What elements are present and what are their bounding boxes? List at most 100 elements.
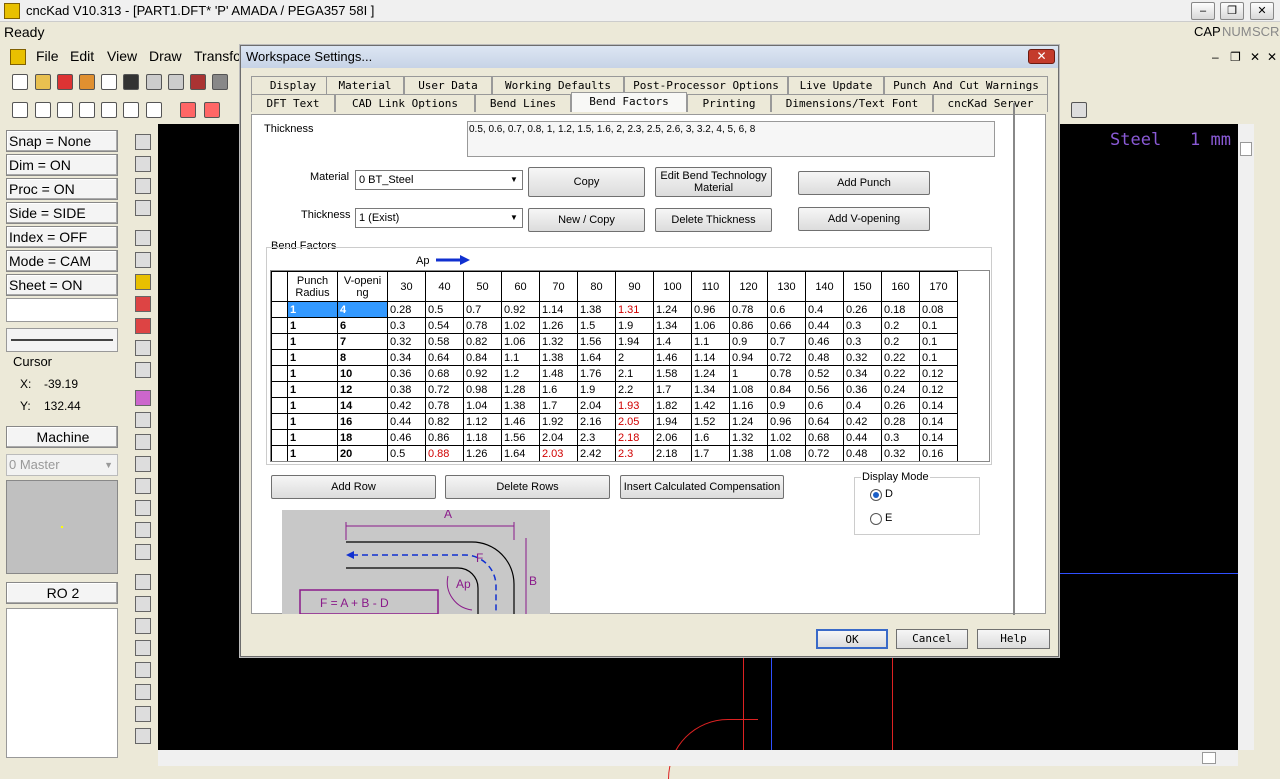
factor-cell[interactable]: 0.7 <box>768 334 806 350</box>
export-icon[interactable] <box>101 74 117 90</box>
factor-cell[interactable]: 0.9 <box>730 334 768 350</box>
factor-cell[interactable]: 1.02 <box>768 430 806 446</box>
mode-button[interactable]: Mode = CAM <box>6 250 118 272</box>
factor-cell[interactable]: 0.3 <box>882 430 920 446</box>
factor-cell[interactable]: 1.46 <box>502 414 540 430</box>
tab-display[interactable]: Display <box>251 76 335 94</box>
factor-cell[interactable]: 0.68 <box>426 366 464 382</box>
factor-cell[interactable]: 1.34 <box>692 382 730 398</box>
dim-button[interactable]: Dim = ON <box>6 154 118 176</box>
tab-cnckad-server[interactable]: cncKad Server <box>933 94 1048 112</box>
factor-cell[interactable]: 0.14 <box>920 430 958 446</box>
punch-radius-cell[interactable]: 1 <box>288 366 338 382</box>
factor-cell[interactable]: 0.86 <box>426 430 464 446</box>
factor-cell[interactable]: 1.24 <box>730 414 768 430</box>
tool-16-icon[interactable] <box>135 500 151 516</box>
factor-cell[interactable]: 0.38 <box>388 382 426 398</box>
tool-6-icon[interactable] <box>135 252 151 268</box>
factor-cell[interactable]: 1.6 <box>540 382 578 398</box>
mdi-restore-icon[interactable]: ❐ <box>1230 50 1241 64</box>
tab-punch-cut-warnings[interactable]: Punch And Cut Warnings <box>884 76 1048 94</box>
factor-cell[interactable]: 1.64 <box>578 350 616 366</box>
ro-button[interactable]: RO 2 <box>6 582 118 604</box>
factor-cell[interactable]: 2.18 <box>616 430 654 446</box>
tool-nc-icon[interactable] <box>135 318 151 334</box>
factor-cell[interactable]: 0.84 <box>768 382 806 398</box>
punch-radius-cell[interactable]: 1 <box>288 318 338 334</box>
tool-8-icon[interactable] <box>135 296 151 312</box>
factor-cell[interactable]: 1.38 <box>540 350 578 366</box>
factor-cell[interactable]: 0.44 <box>844 430 882 446</box>
factor-cell[interactable]: 1.64 <box>502 446 540 462</box>
factor-cell[interactable]: 0.14 <box>920 414 958 430</box>
factor-cell[interactable]: 0.66 <box>768 318 806 334</box>
tab-user-data[interactable]: User Data <box>404 76 492 94</box>
angle-header[interactable]: 130 <box>768 272 806 302</box>
factor-cell[interactable]: 0.08 <box>920 302 958 318</box>
redo-icon[interactable] <box>168 74 184 90</box>
tab-bend-lines[interactable]: Bend Lines <box>475 94 571 112</box>
rect2-icon[interactable] <box>79 102 95 118</box>
factor-cell[interactable]: 0.1 <box>920 350 958 366</box>
material-select[interactable]: 0 BT_Steel▼ <box>355 170 523 190</box>
factor-cell[interactable]: 0.72 <box>426 382 464 398</box>
tool-26-icon[interactable] <box>135 728 151 744</box>
factor-cell[interactable]: 0.9 <box>768 398 806 414</box>
v-opening-cell[interactable]: 16 <box>338 414 388 430</box>
tool-25-icon[interactable] <box>135 706 151 722</box>
table-row[interactable]: 180.340.640.841.11.381.6421.461.140.940.… <box>272 350 958 366</box>
factor-cell[interactable]: 1.16 <box>730 398 768 414</box>
factor-cell[interactable]: 0.5 <box>426 302 464 318</box>
angle-header[interactable]: 60 <box>502 272 540 302</box>
factor-cell[interactable]: 0.36 <box>844 382 882 398</box>
factor-cell[interactable]: 0.14 <box>920 398 958 414</box>
factor-cell[interactable]: 0.98 <box>464 382 502 398</box>
factor-cell[interactable]: 0.3 <box>844 318 882 334</box>
thickness-list-field[interactable]: 0.5, 0.6, 0.7, 0.8, 1, 1.2, 1.5, 1.6, 2,… <box>467 121 995 157</box>
factor-cell[interactable]: 1.2 <box>502 366 540 382</box>
factor-cell[interactable]: 0.44 <box>806 318 844 334</box>
factor-cell[interactable]: 1.56 <box>578 334 616 350</box>
v-opening-cell[interactable]: 18 <box>338 430 388 446</box>
factor-cell[interactable]: 1.6 <box>692 430 730 446</box>
tool-13-icon[interactable] <box>135 434 151 450</box>
factor-cell[interactable]: 1.32 <box>540 334 578 350</box>
arc-icon[interactable] <box>12 102 28 118</box>
factor-cell[interactable]: 0.34 <box>844 366 882 382</box>
close-app-button[interactable]: ✕ <box>1250 2 1274 20</box>
row-selector[interactable] <box>272 350 288 366</box>
nc-file-icon[interactable] <box>57 74 73 90</box>
table-row[interactable]: 160.30.540.781.021.261.51.91.341.060.860… <box>272 318 958 334</box>
horizontal-scrollbar[interactable] <box>158 750 1238 766</box>
angle-header[interactable]: 160 <box>882 272 920 302</box>
tool-23-icon[interactable] <box>135 662 151 678</box>
tool-20-icon[interactable] <box>135 596 151 612</box>
factor-cell[interactable]: 0.78 <box>464 318 502 334</box>
factor-cell[interactable]: 1.06 <box>692 318 730 334</box>
add-punch-button[interactable]: Add Punch <box>798 171 930 195</box>
tool-15-icon[interactable] <box>135 478 151 494</box>
rect-icon[interactable] <box>57 102 73 118</box>
new-file-icon[interactable] <box>12 74 28 90</box>
tab-bend-factors[interactable]: Bend Factors <box>571 92 687 112</box>
delete-thickness-button[interactable]: Delete Thickness <box>655 208 772 232</box>
open-icon[interactable] <box>35 74 51 90</box>
menu-transform[interactable]: Transfo <box>194 48 241 64</box>
tool-1-icon[interactable] <box>135 134 151 150</box>
factor-cell[interactable]: 0.72 <box>806 446 844 462</box>
factor-cell[interactable]: 1.76 <box>578 366 616 382</box>
tool-2-icon[interactable] <box>135 156 151 172</box>
extend-icon[interactable] <box>204 102 220 118</box>
v-opening-cell[interactable]: 12 <box>338 382 388 398</box>
v-opening-cell[interactable]: 20 <box>338 446 388 462</box>
factor-cell[interactable]: 1.92 <box>540 414 578 430</box>
factor-cell[interactable]: 1.52 <box>692 414 730 430</box>
factor-cell[interactable]: 0.72 <box>768 350 806 366</box>
punch-radius-cell[interactable]: 1 <box>288 414 338 430</box>
add-vopening-button[interactable]: Add V-opening <box>798 207 930 231</box>
angle-header[interactable]: 100 <box>654 272 692 302</box>
factor-cell[interactable]: 2.04 <box>578 398 616 414</box>
tool-5-icon[interactable] <box>135 230 151 246</box>
tab-dft-text[interactable]: DFT Text <box>251 94 335 112</box>
proc-button[interactable]: Proc = ON <box>6 178 118 200</box>
